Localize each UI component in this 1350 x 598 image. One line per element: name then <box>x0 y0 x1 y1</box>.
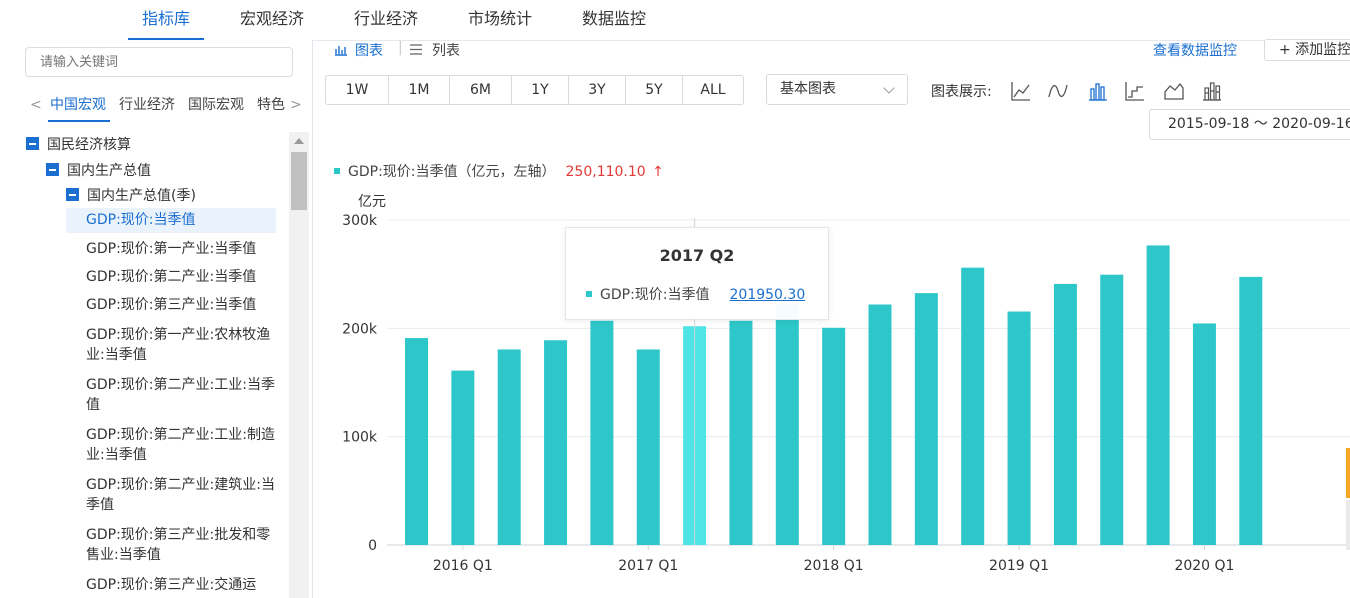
tooltip-series-label: GDP:现价:当季值 <box>600 287 710 303</box>
tooltip-row: GDP:现价:当季值 201950.30 <box>586 284 805 304</box>
tree-node-national-accounts[interactable]: 国民经济核算 <box>26 135 131 155</box>
bar[interactable] <box>636 349 660 545</box>
bar[interactable] <box>961 267 985 545</box>
nav-tab-indicator-library[interactable]: 指标库 <box>128 0 204 40</box>
bar[interactable] <box>544 340 568 545</box>
tree-node-gdp[interactable]: 国内生产总值 <box>46 161 151 181</box>
category-tabs: < 中国宏观 行业经济 国际宏观 特色 > <box>0 94 312 122</box>
tree-leaf-label: GDP:现价:第一产业:当季值 <box>86 241 257 257</box>
nav-tab-macro-economy[interactable]: 宏观经济 <box>230 0 314 38</box>
side-feedback-tab[interactable] <box>1346 448 1350 498</box>
sidebar-scrollbar[interactable] <box>289 132 309 598</box>
y-tick-label: 200k <box>342 321 378 337</box>
tree-leaf-label: GDP:现价:当季值 <box>86 212 196 228</box>
bar[interactable] <box>405 338 428 545</box>
category-tab-industry-economy[interactable]: 行业经济 <box>119 94 175 116</box>
tree-leaf-label-cont: 售业:当季值 <box>86 547 161 563</box>
tree-leaf[interactable]: GDP:现价:第三产业:批发和零 售业:当季值 <box>86 525 282 565</box>
x-tick-label: 2017 Q1 <box>618 558 678 574</box>
side-tool-tab[interactable] <box>1346 500 1350 550</box>
category-tab-china-macro[interactable]: 中国宏观 <box>50 94 106 116</box>
keyword-search-input[interactable] <box>25 47 293 77</box>
tree-leaf-label: GDP:现价:第二产业:工业:当季 <box>86 377 275 393</box>
bar[interactable] <box>590 320 614 545</box>
category-tab-featured[interactable]: 特色 <box>257 94 285 116</box>
bar[interactable] <box>1192 323 1216 545</box>
bar[interactable] <box>868 304 892 546</box>
scrollbar-thumb[interactable] <box>291 152 307 210</box>
tree-leaf-label: GDP:现价:第二产业:建筑业:当 <box>86 477 275 493</box>
y-tick-label: 300k <box>342 213 378 229</box>
tree-node-gdp-quarterly[interactable]: 国内生产总值(季) <box>66 186 196 206</box>
y-tick-label: 0 <box>368 538 377 554</box>
tree-leaf-label-cont: 业:当季值 <box>86 447 147 463</box>
bar[interactable] <box>1053 283 1077 545</box>
active-tab-underline <box>48 120 110 122</box>
bar[interactable] <box>822 327 846 545</box>
tree-leaf[interactable]: GDP:现价:第一产业:当季值 <box>86 239 282 259</box>
bar[interactable] <box>729 320 753 545</box>
tree-leaf-label: GDP:现价:第三产业:批发和零 <box>86 527 271 543</box>
x-tick-label: 2019 Q1 <box>989 558 1049 574</box>
tree-leaf-label-cont: 值 <box>86 397 100 413</box>
tree-leaf[interactable]: GDP:现价:第三产业:当季值 <box>86 295 282 315</box>
tree-leaf-label-cont: 业:当季值 <box>86 347 147 363</box>
collapse-icon[interactable] <box>46 163 59 176</box>
tooltip-title: 2017 Q2 <box>659 246 735 265</box>
tree-leaf[interactable]: GDP:现价:第二产业:工业:当季值 <box>86 375 282 415</box>
tree-leaf-label: GDP:现价:第一产业:农林牧渔 <box>86 327 271 343</box>
tree-node-label: 国内生产总值 <box>67 163 151 179</box>
x-tick-label: 2018 Q1 <box>804 558 864 574</box>
bar[interactable] <box>1146 245 1170 546</box>
gdp-bar-chart: 0 100k 200k 300k 2016 Q1 2017 Q1 2018 Q1 2019 Q… <box>342 213 1350 574</box>
bar[interactable] <box>1239 276 1263 545</box>
tooltip-value-link[interactable]: 201950.30 <box>730 287 806 303</box>
x-tick-label: 2016 Q1 <box>433 558 493 574</box>
tree-leaf-gdp-current-quarterly[interactable]: GDP:现价:当季值 <box>66 208 276 233</box>
tree-leaf-label: GDP:现价:第二产业:当季值 <box>86 269 257 285</box>
category-tab-international-macro[interactable]: 国际宏观 <box>188 94 244 116</box>
bar[interactable] <box>451 370 475 545</box>
nav-tab-industry-economy[interactable]: 行业经济 <box>344 0 428 38</box>
tree-leaf[interactable]: GDP:现价:第一产业:农林牧渔 业:当季值 <box>86 325 282 365</box>
main-panel: 图表 | 列表 查看数据监控 + 添加监控 1W 1M 6M 1Y 3Y 5Y … <box>313 39 1350 598</box>
bar[interactable] <box>1100 274 1124 545</box>
tree-node-label: 国内生产总值(季) <box>87 188 196 204</box>
bar[interactable] <box>1007 311 1031 545</box>
collapse-icon[interactable] <box>66 188 79 201</box>
category-prev-arrow-icon[interactable]: < <box>30 94 42 116</box>
tree-leaf[interactable]: GDP:现价:第二产业:建筑业:当 季值 <box>86 475 282 515</box>
tree-leaf[interactable]: GDP:现价:第二产业:工业:制造 业:当季值 <box>86 425 282 465</box>
sidebar: < 中国宏观 行业经济 国际宏观 特色 > 国民经济核算 国内生产总值 国内生产… <box>0 40 313 598</box>
tree-node-label: 国民经济核算 <box>47 137 131 153</box>
x-tick-label: 2020 Q1 <box>1174 558 1234 574</box>
y-tick-label: 100k <box>342 430 378 446</box>
bar[interactable] <box>775 304 799 546</box>
tree-leaf[interactable]: GDP:现价:第二产业:当季值 <box>86 267 282 287</box>
top-navigation: 指标库 宏观经济 行业经济 市场统计 数据监控 <box>0 0 1350 41</box>
chart-tooltip: 2017 Q2 GDP:现价:当季值 201950.30 <box>565 227 829 320</box>
bar[interactable] <box>914 293 938 545</box>
tree-leaf-label: GDP:现价:第三产业:交通运 <box>86 577 257 593</box>
tree-leaf[interactable]: GDP:现价:第三产业:交通运 <box>86 575 282 595</box>
tooltip-swatch <box>586 291 592 297</box>
collapse-icon[interactable] <box>26 137 39 150</box>
category-next-arrow-icon[interactable]: > <box>290 94 302 116</box>
tree-leaf-label: GDP:现价:第二产业:工业:制造 <box>86 427 275 443</box>
bar[interactable] <box>497 349 521 545</box>
tree-leaf-label: GDP:现价:第三产业:当季值 <box>86 297 257 313</box>
scroll-up-arrow-icon[interactable] <box>294 138 304 144</box>
nav-tab-data-monitoring[interactable]: 数据监控 <box>572 0 656 38</box>
tree-leaf-label-cont: 季值 <box>86 497 114 513</box>
nav-tab-market-statistics[interactable]: 市场统计 <box>458 0 542 38</box>
